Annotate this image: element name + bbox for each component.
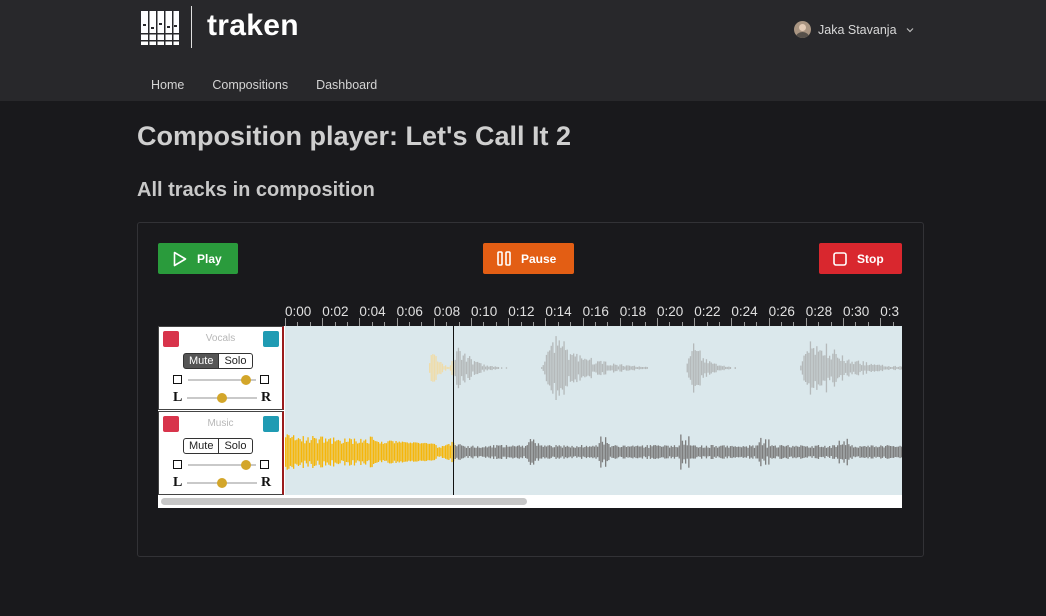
time-label: 0:22 xyxy=(694,304,721,319)
pan-row: L R xyxy=(173,475,272,490)
stop-label: Stop xyxy=(857,251,884,266)
play-button[interactable]: Play xyxy=(158,243,238,274)
solo-button[interactable]: Solo xyxy=(219,438,253,454)
top-bar: traken Jaka Stavanja Home Compositions D… xyxy=(0,0,1046,101)
user-menu[interactable]: Jaka Stavanja xyxy=(794,21,914,38)
play-label: Play xyxy=(197,251,222,266)
pause-label: Pause xyxy=(521,251,557,266)
time-label: 0:10 xyxy=(471,304,498,319)
volume-max-icon xyxy=(260,460,269,469)
time-label: 0:28 xyxy=(805,304,833,319)
pan-slider[interactable] xyxy=(187,393,257,403)
time-label: 0:14 xyxy=(545,304,572,319)
waveforms xyxy=(285,336,902,470)
volume-knob[interactable] xyxy=(240,460,251,470)
waveform-vocals xyxy=(429,336,902,400)
time-label: 0:12 xyxy=(508,304,535,319)
time-label: 0:16 xyxy=(582,304,609,319)
time-label: 0:30 xyxy=(843,304,870,319)
time-label: 0:26 xyxy=(768,304,795,319)
pan-right-label: R xyxy=(261,475,272,490)
page-title: Composition player: Let's Call It 2 xyxy=(137,121,571,151)
play-icon xyxy=(173,251,187,266)
volume-row xyxy=(173,374,271,386)
waveform-music xyxy=(285,434,902,470)
volume-slider[interactable] xyxy=(188,375,256,385)
mute-button[interactable]: Mute xyxy=(183,438,220,454)
track-color-teal[interactable] xyxy=(263,331,279,347)
avatar xyxy=(794,21,811,38)
logo-divider xyxy=(191,6,192,48)
chevron-down-icon xyxy=(906,27,913,32)
volume-min-icon xyxy=(173,375,182,384)
time-label: 0:00 xyxy=(285,304,312,319)
mute-solo-group: Mute Solo xyxy=(183,438,253,454)
time-label: 0:3 xyxy=(880,304,899,319)
waveform-area[interactable] xyxy=(285,326,902,495)
nav-home[interactable]: Home xyxy=(151,78,184,92)
time-label: 0:04 xyxy=(359,304,386,319)
track-color-teal[interactable] xyxy=(263,416,279,432)
pan-row: L R xyxy=(173,390,272,405)
nav-dashboard[interactable]: Dashboard xyxy=(316,78,377,92)
nav-compositions[interactable]: Compositions xyxy=(212,78,288,92)
pan-left-label: L xyxy=(173,390,183,405)
solo-button[interactable]: Solo xyxy=(219,353,253,369)
time-label: 0:06 xyxy=(396,304,423,319)
main-nav: Home Compositions Dashboard xyxy=(151,78,405,92)
time-label: 0:02 xyxy=(322,304,349,319)
volume-knob[interactable] xyxy=(240,375,251,385)
volume-row xyxy=(173,459,271,471)
horizontal-scrollbar[interactable] xyxy=(161,498,527,505)
time-label: 0:20 xyxy=(657,304,684,319)
pan-knob[interactable] xyxy=(217,393,227,403)
track-control-music: Music Mute Solo L R xyxy=(158,411,284,495)
mute-solo-group: Mute Solo xyxy=(183,353,253,369)
brand-name[interactable]: traken xyxy=(207,9,299,43)
track-control-vocals: Vocals Mute Solo L R xyxy=(158,326,284,410)
pause-button[interactable]: Pause xyxy=(483,243,574,274)
volume-min-icon xyxy=(173,460,182,469)
playhead[interactable] xyxy=(453,326,454,495)
pan-slider[interactable] xyxy=(187,478,257,488)
volume-max-icon xyxy=(260,375,269,384)
stop-icon xyxy=(833,251,847,266)
section-title: All tracks in composition xyxy=(137,179,375,201)
time-label: 0:08 xyxy=(433,304,461,319)
pan-left-label: L xyxy=(173,475,183,490)
user-name: Jaka Stavanja xyxy=(818,22,897,37)
volume-slider[interactable] xyxy=(188,460,256,470)
time-label: 0:24 xyxy=(731,304,758,319)
time-label: 0:18 xyxy=(619,304,647,319)
pause-icon xyxy=(497,251,511,266)
logo-icon[interactable] xyxy=(141,11,179,45)
timeline-ruler[interactable]: 0:00 0:02 0:04 0:06 0:08 0:10 0:12 0:14 0:16 0:18… xyxy=(285,300,902,327)
stop-button[interactable]: Stop xyxy=(819,243,902,274)
mute-button[interactable]: Mute xyxy=(183,353,220,369)
pan-right-label: R xyxy=(261,390,272,405)
pan-knob[interactable] xyxy=(217,478,227,488)
